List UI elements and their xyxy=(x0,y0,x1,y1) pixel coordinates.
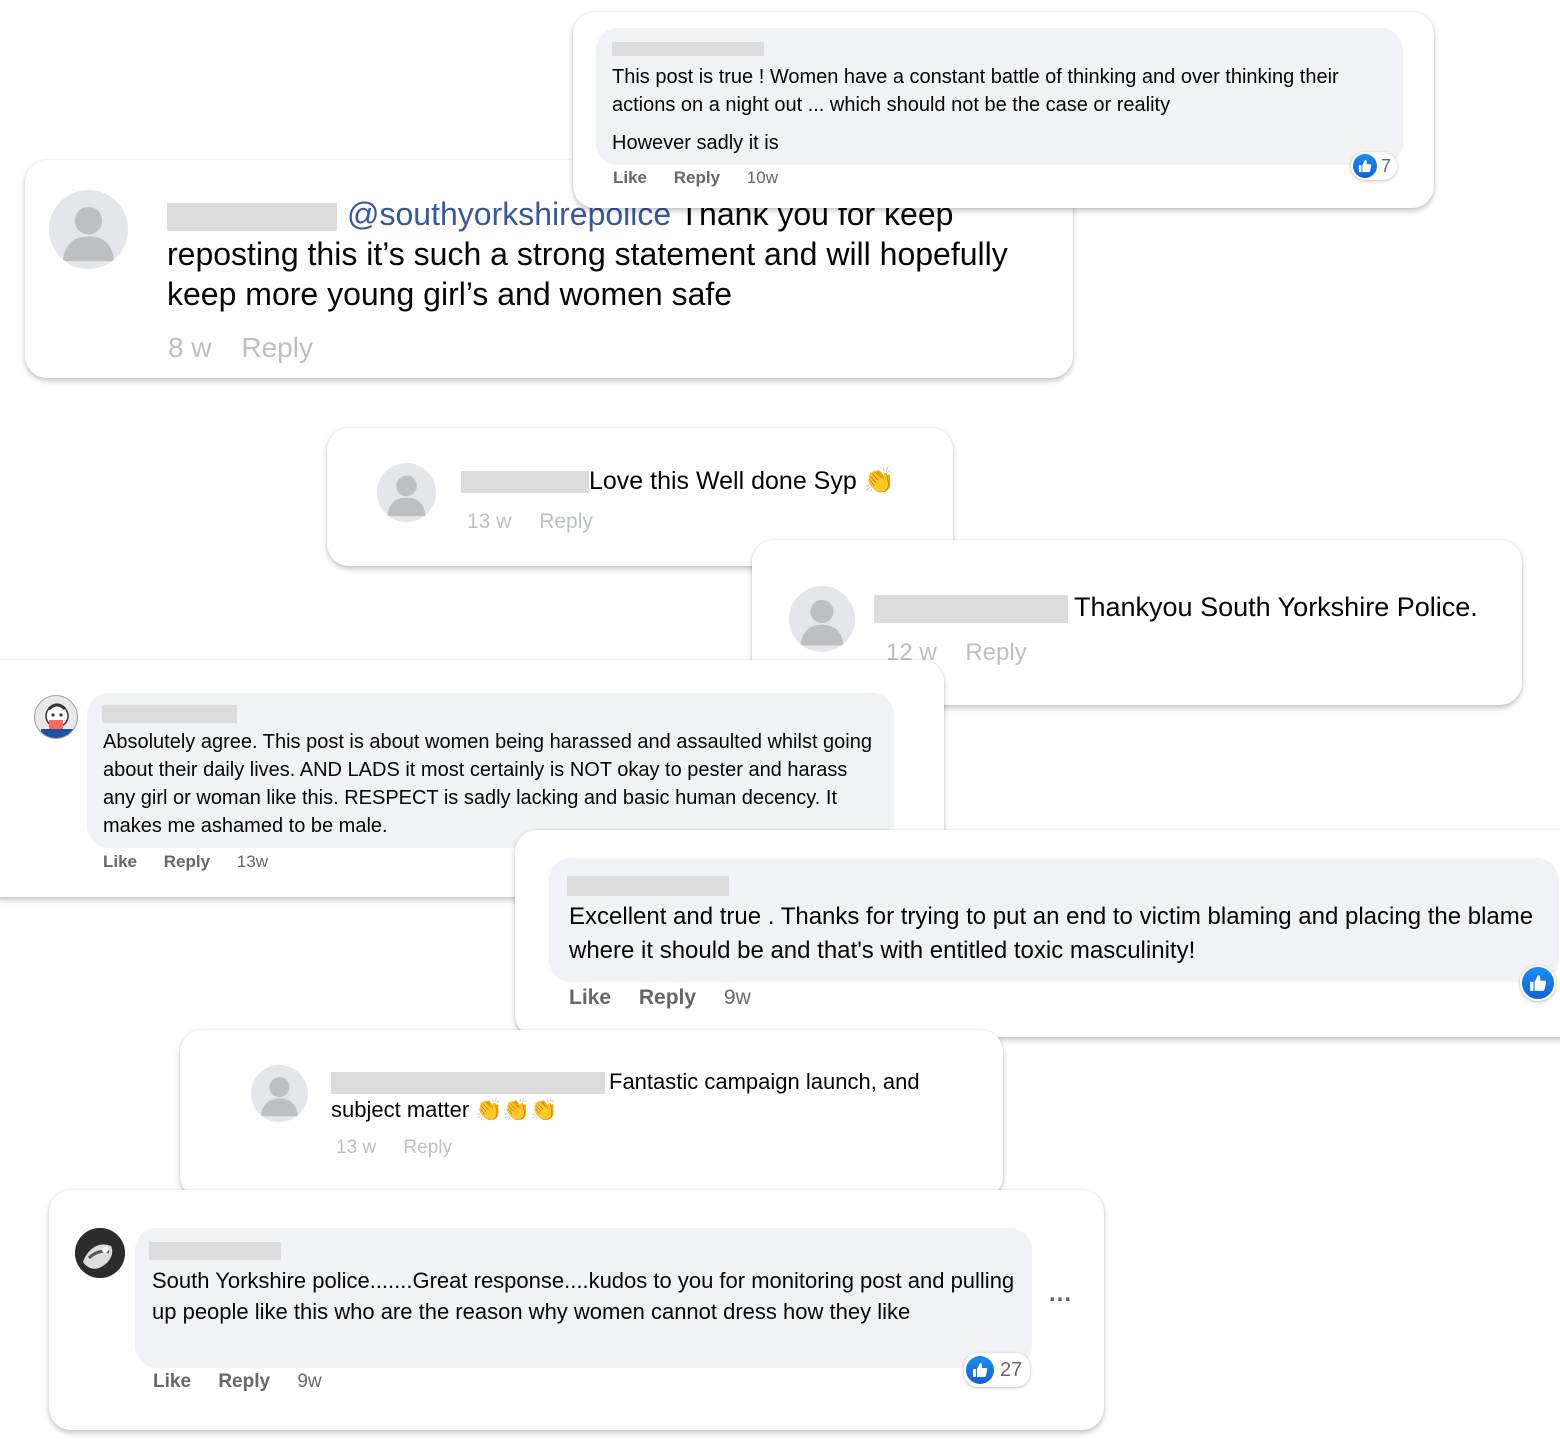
timestamp: 10w xyxy=(746,168,778,187)
redacted-username xyxy=(567,876,729,896)
comment-actions: Like Reply 9w xyxy=(153,1371,344,1393)
reaction-count[interactable]: 7 xyxy=(1351,152,1398,180)
comment-card-6: Excellent and true . Thanks for trying t… xyxy=(515,830,1560,1037)
redacted-username xyxy=(167,202,337,231)
comment-bubble: Excellent and true . Thanks for trying t… xyxy=(549,858,1559,982)
comment-text: This post is true ! Women have a constan… xyxy=(612,66,1339,116)
comment-text: Thankyou South Yorkshire Police. xyxy=(1074,592,1478,622)
thumbs-up-icon xyxy=(966,1356,994,1384)
redacted-username xyxy=(331,1072,605,1095)
thumbs-up-icon[interactable] xyxy=(1520,965,1556,1001)
reply-link[interactable]: Reply xyxy=(965,639,1026,666)
timestamp: 9w xyxy=(723,986,751,1009)
avatar[interactable] xyxy=(377,463,436,522)
comment-text: Love this Well done Syp 👏 xyxy=(589,467,895,495)
comment-card-8: South Yorkshire police.......Great respo… xyxy=(49,1190,1104,1430)
comment-actions: Like Reply 10w xyxy=(613,168,800,188)
redacted-username xyxy=(149,1242,281,1260)
timestamp: 13w xyxy=(236,852,268,871)
reply-link[interactable]: Reply xyxy=(674,168,720,187)
comment-body: @southyorkshirepolice Thank you for keep… xyxy=(167,194,1047,314)
comment-body: Love this Well done Syp 👏 xyxy=(461,466,895,496)
like-link[interactable]: Like xyxy=(569,986,611,1009)
reaction-count[interactable]: 27 xyxy=(964,1353,1031,1387)
reply-link[interactable]: Reply xyxy=(639,986,696,1009)
comment-actions: Like Reply 13w xyxy=(103,852,290,872)
ellipsis-icon[interactable]: ... xyxy=(1049,1280,1072,1308)
comment-actions: Like Reply 9w xyxy=(569,986,773,1010)
person-placeholder-icon xyxy=(387,475,426,517)
redacted-username xyxy=(874,594,1068,623)
reply-link[interactable]: Reply xyxy=(539,510,593,533)
comment-text: Excellent and true . Thanks for trying t… xyxy=(569,903,1534,964)
like-link[interactable]: Like xyxy=(103,852,137,871)
comment-card-1: This post is true ! Women have a constan… xyxy=(573,12,1434,208)
avatar[interactable] xyxy=(789,586,855,652)
comment-text-continued: However sadly it is xyxy=(612,132,779,154)
profile-picture-icon xyxy=(41,703,73,738)
comment-text: South Yorkshire police.......Great respo… xyxy=(152,1268,1015,1324)
comment-body: Fantastic campaign launch, and subject m… xyxy=(331,1068,971,1124)
reply-link[interactable]: Reply xyxy=(218,1371,270,1392)
timestamp: 9w xyxy=(297,1371,322,1392)
person-placeholder-icon xyxy=(62,206,115,262)
comment-bubble: This post is true ! Women have a constan… xyxy=(596,28,1403,165)
reaction-number: 7 xyxy=(1381,155,1392,176)
like-link[interactable]: Like xyxy=(153,1371,191,1392)
comment-body: Thankyou South Yorkshire Police. xyxy=(874,590,1478,624)
reply-link[interactable]: Reply xyxy=(403,1137,452,1158)
redacted-username xyxy=(461,471,589,494)
comment-actions: 13 w Reply xyxy=(336,1137,474,1159)
avatar[interactable] xyxy=(34,695,78,739)
comment-text: Absolutely agree. This post is about wom… xyxy=(103,731,872,837)
reply-link[interactable]: Reply xyxy=(164,852,210,871)
comment-bubble: South Yorkshire police.......Great respo… xyxy=(135,1228,1032,1368)
avatar[interactable] xyxy=(49,190,128,269)
timestamp: 13 w xyxy=(467,510,512,533)
timestamp: 8 w xyxy=(168,332,212,363)
comment-card-7: Fantastic campaign launch, and subject m… xyxy=(180,1030,1003,1198)
comment-actions: 8 w Reply xyxy=(168,332,335,364)
comment-bubble: Absolutely agree. This post is about wom… xyxy=(87,693,894,848)
comment-actions: 13 w Reply xyxy=(467,510,615,534)
redacted-username xyxy=(102,705,237,723)
avatar[interactable] xyxy=(75,1228,125,1278)
redacted-username xyxy=(612,42,764,56)
like-link[interactable]: Like xyxy=(613,168,647,187)
person-placeholder-icon xyxy=(260,1077,299,1117)
reply-link[interactable]: Reply xyxy=(241,332,313,363)
profile-picture-icon xyxy=(75,1228,125,1278)
timestamp: 13 w xyxy=(336,1137,377,1158)
person-placeholder-icon xyxy=(800,600,844,646)
avatar[interactable] xyxy=(251,1065,308,1122)
reaction-number: 27 xyxy=(1000,1358,1023,1381)
thumbs-up-icon xyxy=(1353,154,1377,178)
